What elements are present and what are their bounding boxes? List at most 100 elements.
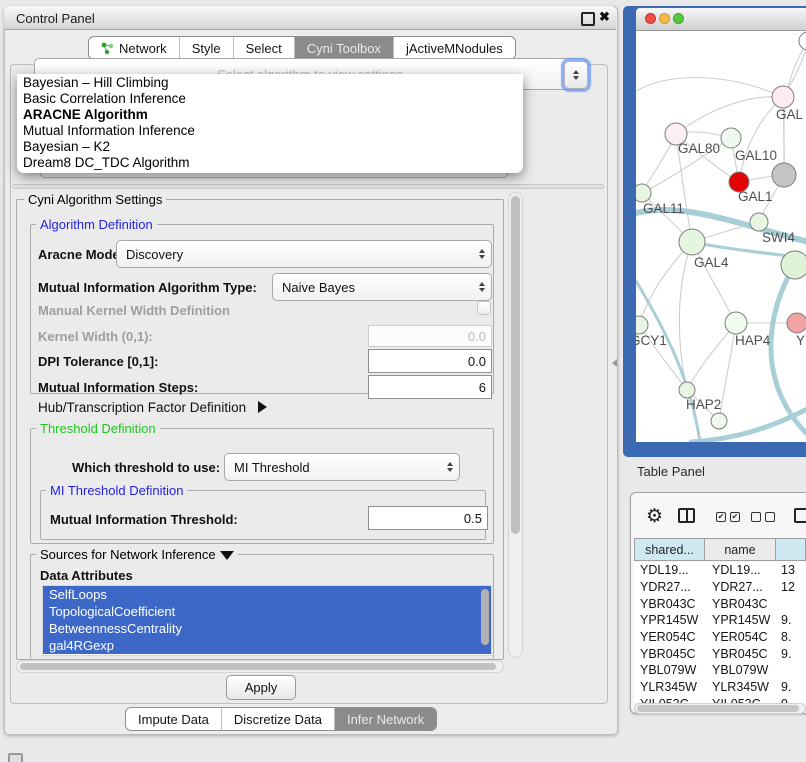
- network-view-window[interactable]: GALGAL80GAL10GAL1GAL11SWI4GAL4HAP4YGCY1H…: [623, 6, 806, 457]
- column-layout-icon[interactable]: [678, 508, 695, 523]
- tab-impute-data[interactable]: Impute Data: [126, 708, 221, 730]
- network-edge[interactable]: [719, 323, 736, 421]
- tab-jactivemnodules[interactable]: jActiveMNodules: [393, 37, 515, 59]
- column-header-shared[interactable]: shared...: [634, 538, 705, 561]
- network-node[interactable]: [772, 86, 794, 108]
- settings-hscrollbar[interactable]: [16, 660, 504, 673]
- attribute-item-gal4rgexp[interactable]: gal4RGexp: [43, 637, 491, 654]
- tab-style-label: Style: [192, 41, 221, 56]
- algorithm-option-bayesian-k2[interactable]: Bayesian – K2: [17, 139, 523, 155]
- table-row[interactable]: YIL053CYIL053C9: [634, 696, 806, 704]
- mi-type-combo[interactable]: Naive Bayes: [272, 273, 492, 301]
- cyni-bottom-tabbar: Impute DataDiscretize DataInfer Network: [125, 707, 437, 731]
- network-node[interactable]: [799, 32, 806, 50]
- network-node[interactable]: [636, 316, 648, 334]
- checked-box-icon[interactable]: ✔: [730, 512, 740, 522]
- close-icon[interactable]: ✖: [599, 9, 610, 25]
- unchecked-box-icon[interactable]: [765, 512, 775, 522]
- manual-kernel-checkbox[interactable]: [477, 301, 491, 315]
- zoom-traffic-light[interactable]: [673, 13, 684, 24]
- table-cell: YBR043C: [705, 597, 776, 611]
- table-body[interactable]: YDL19...YDL19...13YDR27...YDR27...12YBR0…: [634, 562, 806, 703]
- attribute-item-betweennesscentrality[interactable]: BetweennessCentrality: [43, 620, 491, 637]
- column-header-partial[interactable]: [776, 538, 806, 561]
- which-threshold-combo[interactable]: MI Threshold: [224, 453, 460, 481]
- network-edge-highlighted[interactable]: [636, 281, 700, 442]
- checked-box-icon[interactable]: ✔: [716, 512, 726, 522]
- network-node[interactable]: [711, 413, 727, 429]
- table-row[interactable]: YBL079WYBL079W: [634, 662, 806, 679]
- mi-threshold-field[interactable]: 0.5: [368, 506, 488, 530]
- aracne-mode-combo[interactable]: Discovery: [116, 240, 492, 268]
- network-edge[interactable]: [687, 323, 736, 390]
- unchecked-box-icon[interactable]: [751, 512, 761, 522]
- list-scrollbar-thumb[interactable]: [481, 589, 489, 645]
- table-row[interactable]: YER054CYER054C8.: [634, 629, 806, 646]
- network-node[interactable]: [781, 251, 806, 279]
- network-edge-highlighted[interactable]: [771, 265, 806, 433]
- network-edge[interactable]: [639, 242, 692, 325]
- table-row[interactable]: YDL19...YDL19...13: [634, 562, 806, 579]
- tab-discretize-data[interactable]: Discretize Data: [221, 708, 334, 730]
- attribute-item-selfloops[interactable]: SelfLoops: [43, 586, 491, 603]
- algorithm-option-dream8-dc-tdc-algorithm[interactable]: Dream8 DC_TDC Algorithm: [17, 155, 523, 171]
- algorithm-option-bayesian-hill-climbing[interactable]: Bayesian – Hill Climbing: [17, 75, 523, 91]
- network-node[interactable]: [636, 184, 651, 202]
- control-panel-titlebar[interactable]: [4, 6, 616, 30]
- split-divider[interactable]: [12, 184, 604, 189]
- node-label: SWI4: [762, 230, 795, 245]
- table-header-row[interactable]: shared...name: [634, 538, 806, 561]
- tab-cyni-toolbox[interactable]: Cyni Toolbox: [294, 37, 393, 59]
- network-node[interactable]: [725, 312, 747, 334]
- mi-type-value: Naive Bayes: [282, 280, 355, 295]
- sources-legend[interactable]: Sources for Network Inference: [36, 547, 238, 562]
- hscroll-thumb[interactable]: [20, 663, 496, 670]
- settings-vscrollbar[interactable]: [508, 192, 523, 658]
- mi-steps-field[interactable]: 6: [368, 375, 492, 399]
- aracne-mode-label: Aracne Mode:: [38, 247, 124, 262]
- combo-arrows-icon: [441, 454, 459, 480]
- tab-style[interactable]: Style: [179, 37, 233, 59]
- column-header-name[interactable]: name: [705, 538, 776, 561]
- float-window-icon[interactable]: [581, 12, 595, 26]
- table-hscroll-thumb[interactable]: [637, 705, 799, 712]
- partial-toolbar-icon[interactable]: [794, 508, 806, 523]
- vscroll-thumb[interactable]: [511, 196, 520, 534]
- minimize-traffic-light[interactable]: [659, 13, 670, 24]
- network-window-titlebar[interactable]: [636, 8, 806, 31]
- dpi-tolerance-field[interactable]: 0.0: [368, 349, 492, 373]
- network-node[interactable]: [772, 163, 796, 187]
- close-traffic-light[interactable]: [645, 13, 656, 24]
- tab-infer-network[interactable]: Infer Network: [334, 708, 436, 730]
- network-edge[interactable]: [636, 78, 783, 97]
- tab-network[interactable]: Network: [89, 37, 179, 59]
- table-hscrollbar[interactable]: [634, 703, 806, 714]
- network-node[interactable]: [679, 229, 705, 255]
- table-cell: YDL19...: [705, 563, 776, 577]
- apply-button[interactable]: Apply: [226, 675, 296, 700]
- gear-icon[interactable]: ⚙: [646, 505, 663, 528]
- network-node[interactable]: [787, 313, 806, 333]
- table-row[interactable]: YPR145WYPR145W9.: [634, 612, 806, 629]
- algorithm-dropdown-popup: Bayesian – Hill ClimbingBasic Correlatio…: [17, 74, 523, 173]
- attribute-item-topologicalcoefficient[interactable]: TopologicalCoefficient: [43, 603, 491, 620]
- algorithm-option-aracne-algorithm[interactable]: ARACNE Algorithm: [17, 107, 523, 123]
- algorithm-combo-spinner[interactable]: [564, 61, 588, 89]
- algorithm-option-basic-correlation-inference[interactable]: Basic Correlation Inference: [17, 91, 523, 107]
- data-attributes-list[interactable]: SelfLoopsTopologicalCoefficientBetweenne…: [42, 585, 492, 656]
- dock-panel-icon[interactable]: [8, 753, 23, 762]
- network-node[interactable]: [721, 128, 741, 148]
- table-row[interactable]: YBR045CYBR045C9.: [634, 645, 806, 662]
- hub-definition-toggle[interactable]: Hub/Transcription Factor Definition: [38, 400, 267, 415]
- table-cell: YER054C: [705, 630, 776, 644]
- table-row[interactable]: YDR27...YDR27...12: [634, 579, 806, 596]
- table-row[interactable]: YLR345WYLR345W9.: [634, 679, 806, 696]
- sash-collapse-icon[interactable]: [612, 359, 617, 367]
- tab-select[interactable]: Select: [233, 37, 294, 59]
- kernel-width-field[interactable]: 0.0: [368, 325, 492, 347]
- algorithm-option-mutual-information-inference[interactable]: Mutual Information Inference: [17, 123, 523, 139]
- network-graph-canvas[interactable]: GALGAL80GAL10GAL1GAL11SWI4GAL4HAP4YGCY1H…: [636, 31, 806, 442]
- network-node[interactable]: [750, 213, 768, 231]
- table-row[interactable]: YBR043CYBR043C: [634, 595, 806, 612]
- network-node[interactable]: [679, 382, 695, 398]
